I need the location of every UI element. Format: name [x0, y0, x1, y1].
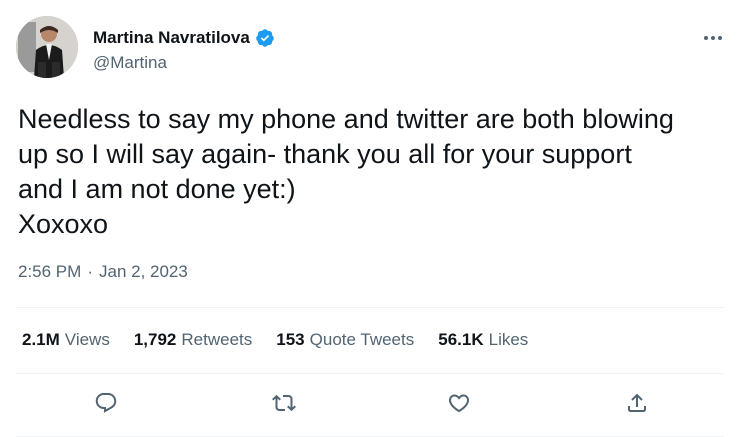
stat-label: Likes	[488, 330, 529, 349]
avatar-photo	[16, 16, 78, 78]
divider	[16, 373, 724, 374]
timestamp-separator: ·	[87, 262, 93, 281]
more-options-icon[interactable]	[700, 28, 726, 48]
like-button[interactable]	[442, 386, 476, 420]
tweet-text: Needless to say my phone and twitter are…	[18, 102, 738, 242]
like-icon	[448, 394, 470, 413]
engagement-stats: 2.1M Views 1,792 Retweets 153 Quote Twee…	[22, 330, 528, 350]
tweet-timestamp: 2:56 PM · Jan 2, 2023	[18, 262, 188, 282]
stat-retweets[interactable]: 1,792 Retweets	[134, 330, 252, 350]
stat-label: Retweets	[181, 330, 253, 349]
stat-likes[interactable]: 56.1K Likes	[438, 330, 528, 350]
share-button[interactable]	[620, 386, 654, 420]
stat-count: 56.1K	[438, 330, 484, 349]
reply-button[interactable]	[89, 386, 123, 420]
tweet-text-line: and I am not done yet:)	[18, 174, 296, 204]
stat-quote-tweets[interactable]: 153 Quote Tweets	[276, 330, 414, 350]
tweet-card: Martina Navratilova @Martina Needless to…	[0, 0, 746, 437]
share-icon	[628, 393, 646, 412]
stat-count: 153	[276, 330, 305, 349]
avatar[interactable]	[16, 16, 78, 78]
reply-icon	[95, 393, 117, 413]
stat-count: 2.1M	[22, 330, 60, 349]
action-bar	[0, 386, 746, 420]
tweet-text-line: Needless to say my phone and twitter are…	[18, 104, 674, 134]
tweet-text-line: Xoxoxo	[18, 209, 109, 239]
stat-label: Views	[64, 330, 110, 349]
retweet-button[interactable]	[267, 386, 301, 420]
divider	[16, 307, 724, 308]
stat-count: 1,792	[133, 330, 177, 349]
stat-views[interactable]: 2.1M Views	[22, 330, 110, 350]
verified-badge-icon	[256, 29, 274, 47]
retweet-icon	[272, 394, 296, 412]
author-handle[interactable]: @Martina	[93, 53, 167, 73]
author-display-name[interactable]: Martina Navratilova	[93, 28, 250, 48]
tweet-text-line: up so I will say again- thank you all fo…	[18, 139, 632, 169]
tweet-date[interactable]: Jan 2, 2023	[99, 262, 188, 282]
author-name-row: Martina Navratilova	[93, 28, 275, 48]
tweet-time[interactable]: 2:56 PM	[18, 262, 81, 282]
stat-label: Quote Tweets	[309, 330, 415, 349]
